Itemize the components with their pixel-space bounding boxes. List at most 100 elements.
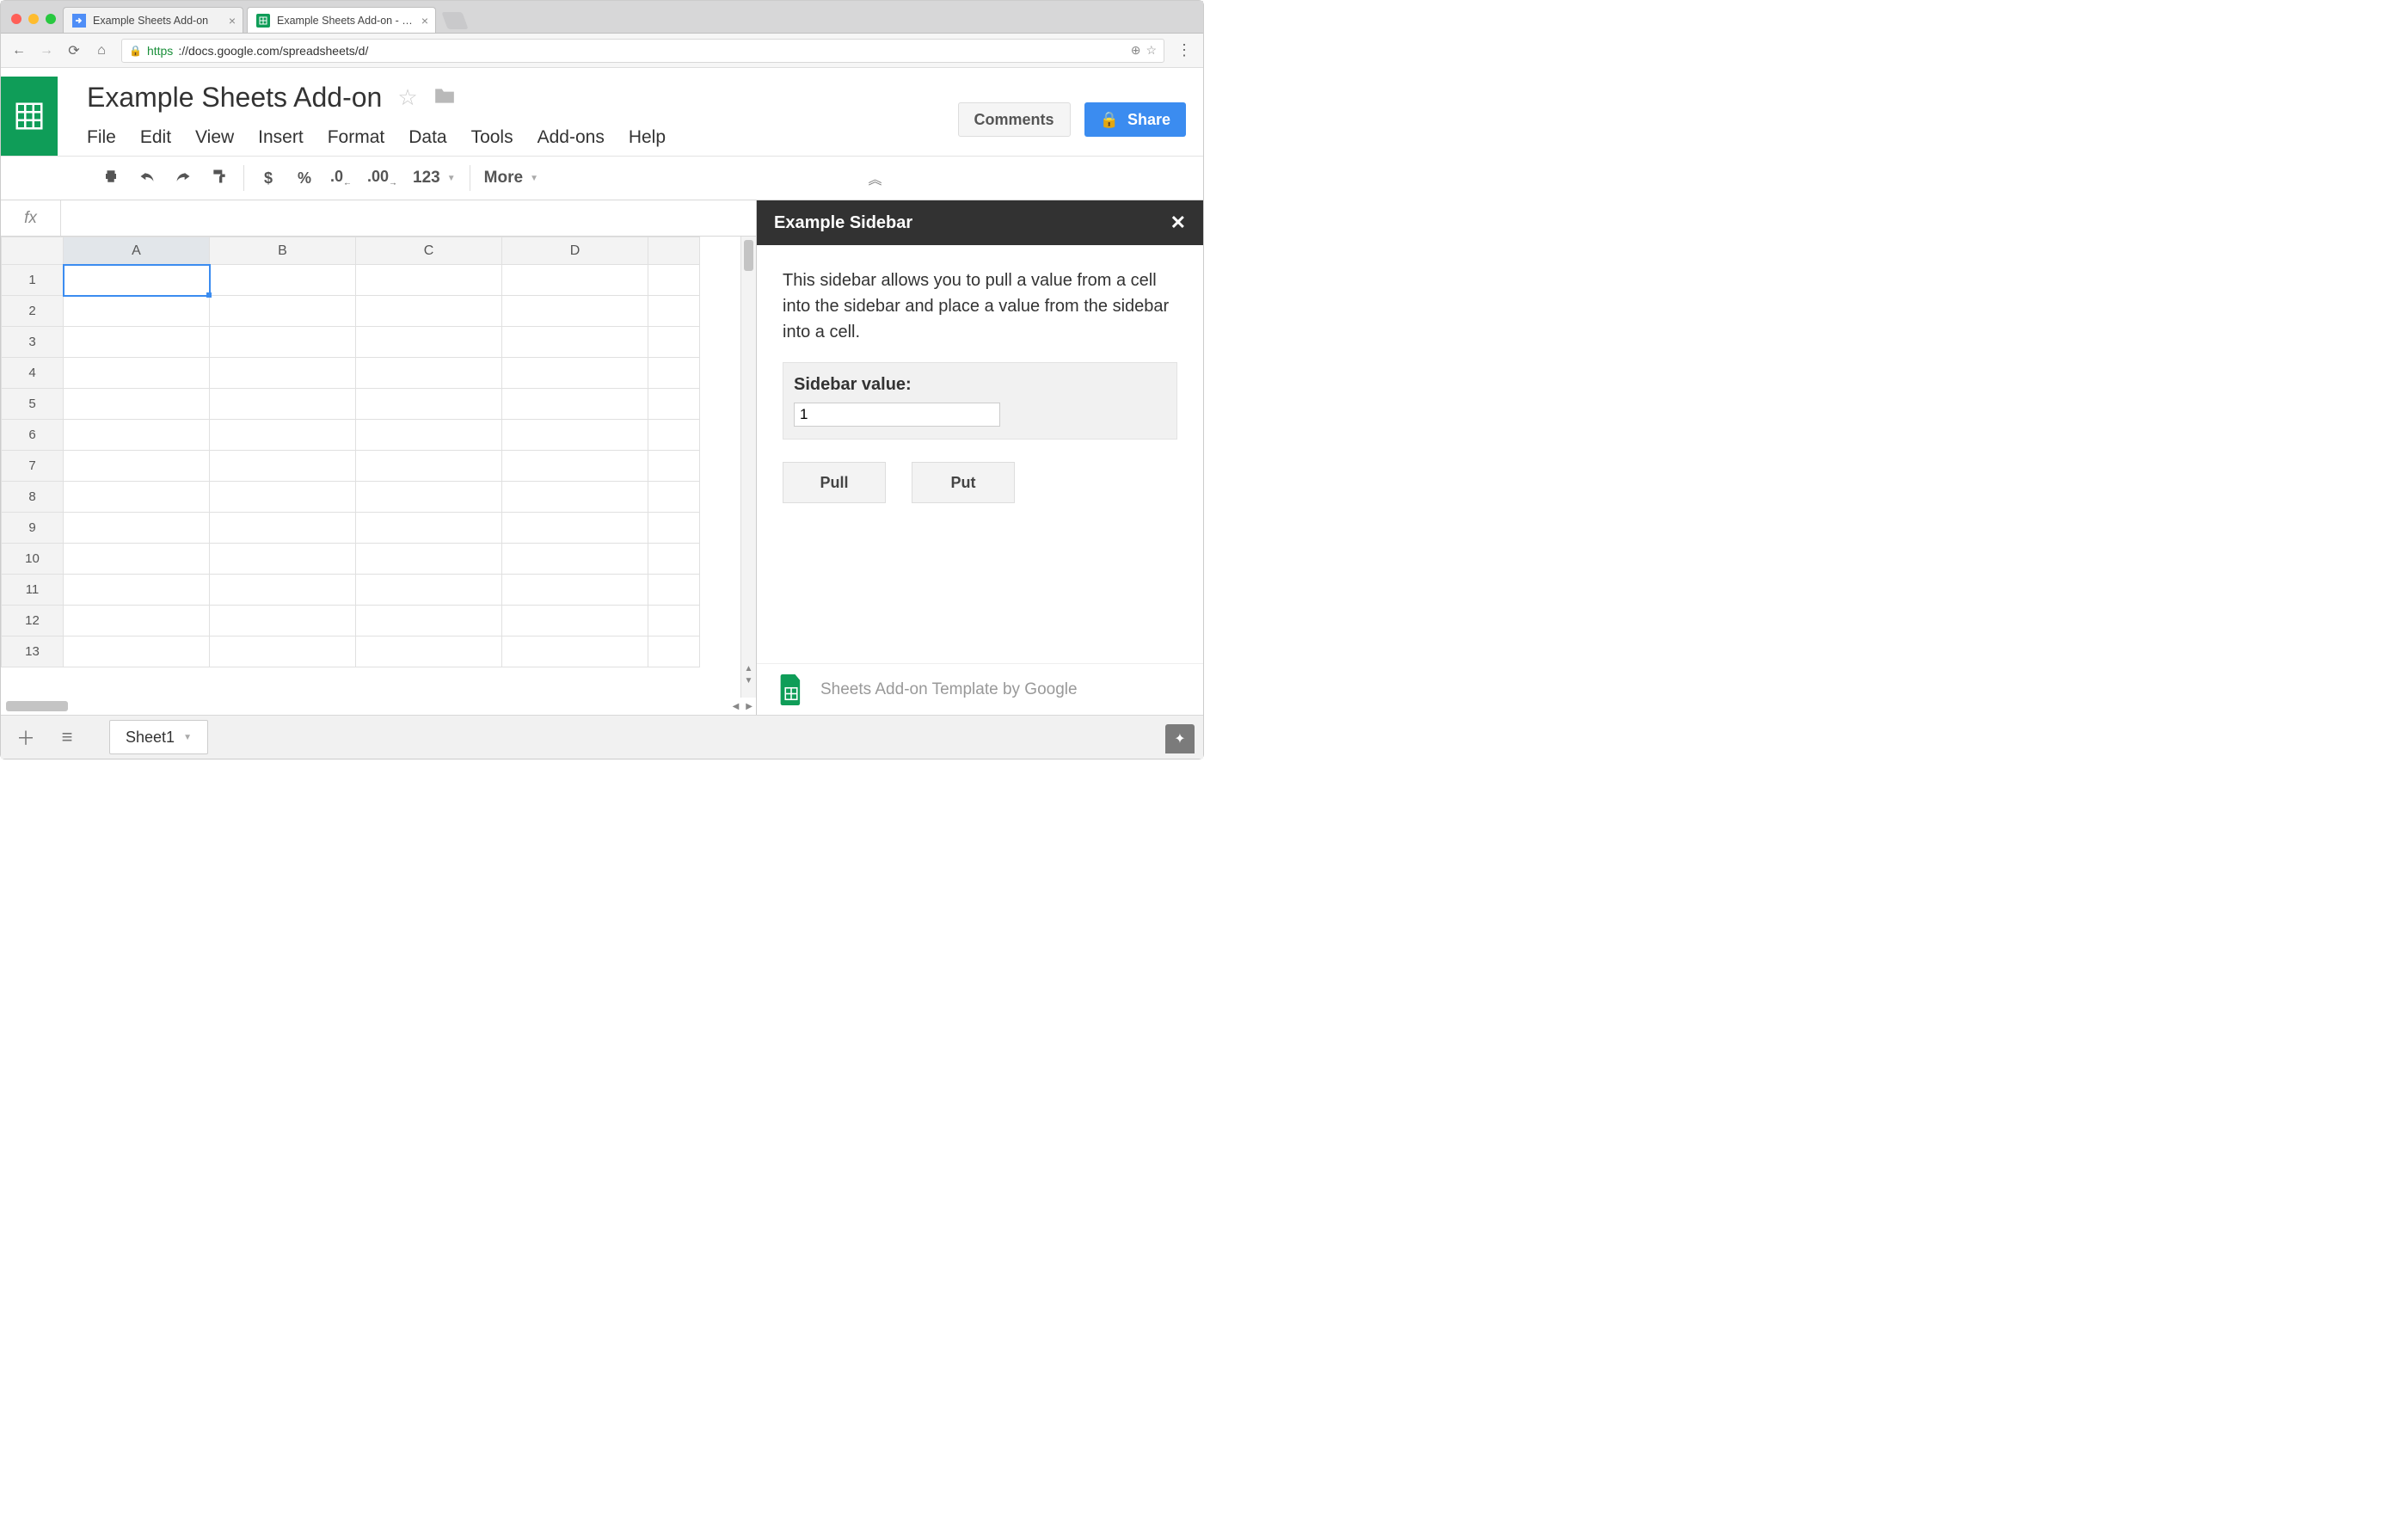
menu-data[interactable]: Data — [408, 127, 446, 148]
cell[interactable] — [210, 327, 356, 358]
sheet-tab[interactable]: Sheet1 ▼ — [109, 720, 208, 754]
cell[interactable] — [210, 265, 356, 296]
cell[interactable] — [648, 389, 700, 420]
horizontal-scrollbar[interactable]: ◀ ▶ — [1, 698, 756, 715]
cell[interactable] — [64, 451, 210, 482]
cell[interactable] — [502, 389, 648, 420]
menu-view[interactable]: View — [195, 127, 234, 148]
row-header[interactable]: 8 — [2, 482, 64, 513]
row-header[interactable]: 1 — [2, 265, 64, 296]
add-sheet-icon[interactable]: ＋ — [15, 723, 37, 751]
cell[interactable] — [356, 420, 502, 451]
caret-down-icon[interactable]: ▼ — [183, 733, 192, 742]
cell[interactable] — [648, 482, 700, 513]
row-header[interactable]: 4 — [2, 358, 64, 389]
cell[interactable] — [502, 513, 648, 544]
menu-format[interactable]: Format — [328, 127, 385, 148]
cell[interactable] — [648, 296, 700, 327]
cell[interactable] — [356, 358, 502, 389]
cell[interactable] — [210, 513, 356, 544]
paint-format-icon[interactable] — [209, 168, 230, 189]
col-header[interactable]: B — [210, 237, 356, 265]
scrollbar-thumb[interactable] — [744, 240, 753, 271]
cell[interactable] — [356, 389, 502, 420]
row-header[interactable]: 13 — [2, 637, 64, 667]
cell[interactable] — [210, 451, 356, 482]
share-button[interactable]: 🔒 Share — [1084, 102, 1186, 137]
cell[interactable] — [210, 637, 356, 667]
cell[interactable] — [502, 575, 648, 606]
nav-forward-icon[interactable]: → — [39, 43, 54, 58]
format-currency[interactable]: $ — [258, 169, 279, 188]
cell[interactable] — [648, 451, 700, 482]
cell[interactable] — [64, 544, 210, 575]
print-icon[interactable] — [101, 169, 121, 188]
cell[interactable] — [64, 637, 210, 667]
cell[interactable] — [648, 606, 700, 637]
cell[interactable] — [210, 575, 356, 606]
cell[interactable] — [356, 637, 502, 667]
menu-tools[interactable]: Tools — [471, 127, 513, 148]
browser-tab[interactable]: Example Sheets Add-on × — [63, 7, 243, 33]
cell[interactable] — [64, 420, 210, 451]
redo-icon[interactable] — [173, 169, 194, 188]
increase-decimals[interactable]: .00→ — [367, 168, 397, 188]
cell[interactable] — [210, 296, 356, 327]
menu-file[interactable]: File — [87, 127, 116, 148]
sidebar-value-input[interactable] — [794, 403, 1000, 427]
cell[interactable] — [356, 327, 502, 358]
explore-button[interactable]: ✦ — [1165, 724, 1195, 753]
cell[interactable] — [648, 637, 700, 667]
nav-reload-icon[interactable]: ⟳ — [66, 42, 82, 59]
menu-addons[interactable]: Add-ons — [538, 127, 605, 148]
row-header[interactable]: 9 — [2, 513, 64, 544]
cell[interactable] — [64, 358, 210, 389]
tab-close-icon[interactable]: × — [421, 14, 428, 28]
cell[interactable] — [210, 544, 356, 575]
menu-insert[interactable]: Insert — [258, 127, 304, 148]
spreadsheet-grid[interactable]: A B C D 12345678910111213 — [1, 237, 700, 667]
col-header[interactable]: C — [356, 237, 502, 265]
cell[interactable] — [648, 575, 700, 606]
number-format-menu[interactable]: 123▼ — [413, 169, 456, 188]
row-header[interactable]: 2 — [2, 296, 64, 327]
cell[interactable] — [648, 420, 700, 451]
cell[interactable] — [502, 420, 648, 451]
close-icon[interactable]: ✕ — [1170, 212, 1186, 234]
cell[interactable] — [502, 327, 648, 358]
cell[interactable] — [502, 544, 648, 575]
new-tab-button[interactable] — [441, 12, 468, 29]
cell[interactable] — [210, 482, 356, 513]
document-title[interactable]: Example Sheets Add-on — [87, 82, 382, 114]
cell[interactable] — [648, 544, 700, 575]
cell[interactable] — [356, 544, 502, 575]
browser-tab[interactable]: Example Sheets Add-on - Goo × — [247, 7, 436, 33]
cell[interactable] — [210, 389, 356, 420]
cell[interactable] — [356, 482, 502, 513]
cell[interactable] — [648, 265, 700, 296]
col-header[interactable]: D — [502, 237, 648, 265]
row-header[interactable]: 3 — [2, 327, 64, 358]
cell[interactable] — [64, 327, 210, 358]
cell[interactable] — [502, 482, 648, 513]
vertical-scrollbar[interactable]: ▲ ▼ — [740, 237, 756, 698]
window-minimize-icon[interactable] — [28, 14, 39, 24]
menu-help[interactable]: Help — [629, 127, 666, 148]
put-button[interactable]: Put — [912, 462, 1015, 503]
row-header[interactable]: 7 — [2, 451, 64, 482]
cell[interactable] — [356, 575, 502, 606]
row-header[interactable]: 10 — [2, 544, 64, 575]
undo-icon[interactable] — [137, 169, 157, 188]
format-percent[interactable]: % — [294, 169, 315, 188]
cell[interactable] — [356, 296, 502, 327]
star-icon[interactable]: ☆ — [397, 84, 417, 111]
row-header[interactable]: 12 — [2, 606, 64, 637]
bookmark-star-icon[interactable]: ☆ — [1146, 43, 1157, 58]
cell[interactable] — [64, 482, 210, 513]
cell[interactable] — [502, 358, 648, 389]
nav-back-icon[interactable]: ← — [11, 43, 27, 58]
nav-home-icon[interactable]: ⌂ — [94, 43, 109, 58]
sheets-logo[interactable] — [1, 77, 58, 156]
cell[interactable] — [64, 265, 210, 296]
scroll-left-icon[interactable]: ◀ — [729, 702, 743, 711]
